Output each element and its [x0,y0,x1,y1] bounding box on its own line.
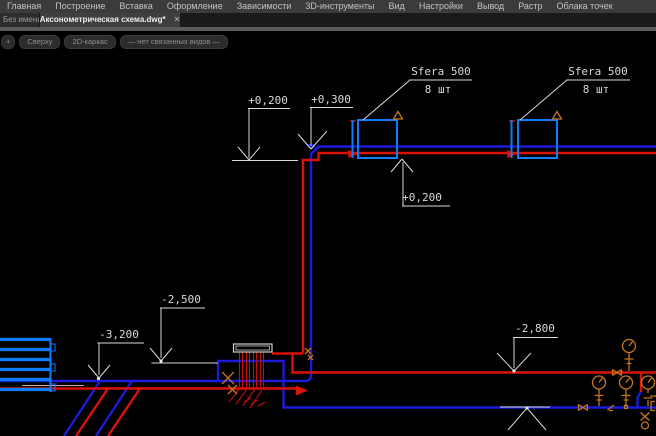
menu-item-vstavka[interactable]: Вставка [112,0,159,13]
viewport-controls: + Сверху 2D-каркас — нет связанных видов… [1,35,228,49]
label-sfera2-qty[interactable]: 8 шт [562,84,630,96]
menu-item-postroenie[interactable]: Построение [48,0,112,13]
tab-axonometric-scheme[interactable]: Аксонометрическая схема.dwg* ✕ [40,13,180,27]
drawing-canvas[interactable] [0,0,656,436]
menu-item-3d-instrumenty[interactable]: 3D-инструменты [298,0,381,13]
elevation-label-mid-right[interactable]: +0,200 [398,192,446,204]
air-vent-icon [553,112,562,120]
supply-pipe-red[interactable] [0,153,656,436]
menu-item-rastr[interactable]: Растр [511,0,549,13]
manifold-collector[interactable] [234,344,273,352]
elevation-label-top-mid[interactable]: +0,300 [307,94,355,106]
label-sfera2-name[interactable]: Sfera 500 [562,66,634,78]
view-direction-button[interactable]: Сверху [19,35,60,49]
elevation-label-minus2500[interactable]: -2,500 [157,294,205,306]
menu-item-oblaka-tochek[interactable]: Облака точек [550,0,620,13]
linked-views-button[interactable]: — нет связанных видов — [120,35,228,49]
menu-item-oformlenie[interactable]: Оформление [160,0,230,13]
menu-item-zavisimosti[interactable]: Зависимости [230,0,299,13]
label-sfera1-qty[interactable]: 8 шт [405,84,471,96]
elevation-label-minus3200[interactable]: -3,200 [95,329,143,341]
add-viewport-button[interactable]: + [1,35,15,49]
menu-item-vyvod[interactable]: Вывод [470,0,511,13]
menu-item-glavnaya[interactable]: Главная [0,0,48,13]
elevation-label-top-left[interactable]: +0,200 [244,95,292,107]
return-pipe-blue[interactable] [0,145,656,436]
menu-item-vid[interactable]: Вид [382,0,412,13]
menu-item-nastroyki[interactable]: Настройки [412,0,470,13]
toolbar-divider [0,27,656,31]
radiator-connection-marks [349,121,515,157]
tab-unnamed-document[interactable]: Без имени0 [0,13,39,27]
label-sfera1-name[interactable]: Sfera 500 [405,66,477,78]
menu-bar: Главная Построение Вставка Оформление За… [0,0,656,13]
tab-title: Аксонометрическая схема.dwg* [40,13,166,27]
close-tab-icon[interactable]: ✕ [174,13,180,27]
cad-application-window: Sfera 500 8 шт Sfera 500 8 шт +0,200 +0,… [0,0,656,436]
document-tab-bar: Без имени0 Аксонометрическая схема.dwg* … [0,13,656,27]
air-vent-icon [394,112,403,120]
radiator-left[interactable] [0,338,55,392]
elevation-label-minus2800[interactable]: -2,800 [511,323,559,335]
visual-style-button[interactable]: 2D-каркас [64,35,115,49]
